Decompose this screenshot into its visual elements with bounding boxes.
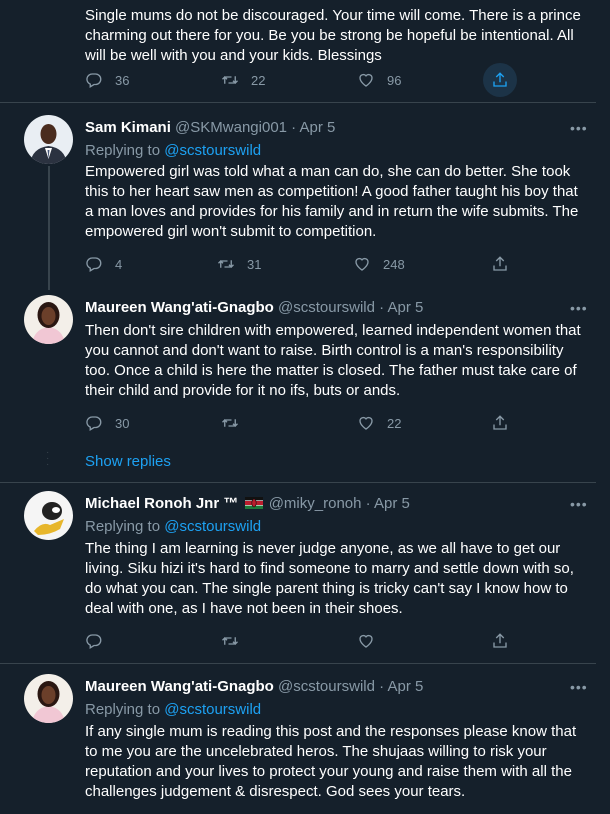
tweet-text: The thing I am learning is never judge a… <box>85 540 574 617</box>
retweet-icon <box>221 71 239 89</box>
reply-button[interactable]: 36 <box>85 68 129 92</box>
tweet-header: Sam Kimani @SKMwangi001 · Apr 5 <box>85 119 335 136</box>
separator: · <box>379 678 385 695</box>
like-count: 22 <box>387 415 402 431</box>
tweet-date[interactable]: Apr 5 <box>387 299 423 316</box>
like-icon <box>353 255 371 273</box>
replying-label: Replying to <box>85 518 161 535</box>
author-name[interactable]: Maureen Wang'ati-Gnagbo <box>85 299 274 316</box>
tweet-date[interactable]: Apr 5 <box>374 495 410 512</box>
retweet-icon <box>221 632 239 650</box>
separator: · <box>291 119 297 136</box>
divider <box>0 663 596 664</box>
replying-handle-link[interactable]: @scstourswild <box>164 142 261 159</box>
more-icon[interactable]: ••• <box>570 300 588 316</box>
share-icon <box>491 414 509 432</box>
tweet-actions: 30 22 <box>85 411 525 435</box>
retweet-count: 22 <box>251 72 266 88</box>
tweet-header: Maureen Wang'ati-Gnagbo @scstourswild · … <box>85 678 423 695</box>
more-icon[interactable]: ••• <box>570 496 588 512</box>
reply-button[interactable] <box>85 629 103 653</box>
divider <box>0 102 596 103</box>
retweet-icon <box>221 414 239 432</box>
replying-to: Replying to @scstourswild <box>85 518 261 535</box>
tweet-text: Single mums do not be discouraged. Your … <box>85 7 581 64</box>
avatar[interactable] <box>24 115 73 164</box>
reply-button[interactable]: 30 <box>85 411 129 435</box>
thread-line <box>48 166 50 290</box>
retweet-button[interactable] <box>221 411 239 435</box>
reply-count: 36 <box>115 72 130 88</box>
share-button[interactable] <box>491 252 509 276</box>
tweet-text: If any single mum is reading this post a… <box>85 723 577 800</box>
tweet-text: Empowered girl was told what a man can d… <box>85 163 579 240</box>
reply-icon <box>85 632 103 650</box>
tweet-header: Maureen Wang'ati-Gnagbo @scstourswild · … <box>85 299 423 316</box>
author-name[interactable]: Michael Ronoh Jnr ™ <box>85 495 238 512</box>
replying-label: Replying to <box>85 142 161 159</box>
like-icon <box>357 414 375 432</box>
more-icon[interactable]: ••• <box>570 120 588 136</box>
share-icon <box>491 632 509 650</box>
avatar[interactable] <box>24 674 73 723</box>
tweet-header: Michael Ronoh Jnr ™ @miky_ronoh · Apr 5 <box>85 495 410 512</box>
avatar[interactable] <box>24 491 73 540</box>
like-button[interactable]: 248 <box>353 252 405 276</box>
divider <box>0 482 596 483</box>
tweet-date[interactable]: Apr 5 <box>387 678 423 695</box>
tweet-actions <box>85 629 525 653</box>
author-handle[interactable]: @SKMwangi001 <box>175 119 287 136</box>
share-button[interactable] <box>491 629 509 653</box>
retweet-icon <box>217 255 235 273</box>
like-button[interactable]: 22 <box>357 411 401 435</box>
show-replies-link[interactable]: Show replies <box>85 453 171 470</box>
thread-dots: · · · <box>46 447 50 470</box>
author-name[interactable]: Sam Kimani <box>85 119 171 136</box>
retweet-count: 31 <box>247 256 262 272</box>
author-handle[interactable]: @scstourswild <box>278 299 375 316</box>
retweet-button[interactable]: 31 <box>217 252 261 276</box>
like-button[interactable]: 96 <box>357 68 401 92</box>
replying-handle-link[interactable]: @scstourswild <box>164 518 261 535</box>
author-handle[interactable]: @scstourswild <box>278 678 375 695</box>
tweet-text: Then don't sire children with empowered,… <box>85 322 581 399</box>
retweet-button[interactable]: 22 <box>221 68 265 92</box>
reply-icon <box>85 414 103 432</box>
avatar[interactable] <box>24 295 73 344</box>
like-button[interactable] <box>357 629 375 653</box>
replying-handle-link[interactable]: @scstourswild <box>164 701 261 718</box>
share-button[interactable] <box>491 68 509 92</box>
separator: · <box>379 299 385 316</box>
replying-to: Replying to @scstourswild <box>85 701 261 718</box>
reply-count: 4 <box>115 256 123 272</box>
tweet-date[interactable]: Apr 5 <box>300 119 336 136</box>
author-name[interactable]: Maureen Wang'ati-Gnagbo <box>85 678 274 695</box>
more-icon[interactable]: ••• <box>570 679 588 695</box>
like-icon <box>357 71 375 89</box>
like-count: 248 <box>383 256 405 272</box>
separator: · <box>365 495 371 512</box>
kenya-flag-icon <box>244 497 263 509</box>
replying-to: Replying to @scstourswild <box>85 142 261 159</box>
reply-icon <box>85 71 103 89</box>
like-count: 96 <box>387 72 402 88</box>
like-icon <box>357 632 375 650</box>
share-icon <box>491 255 509 273</box>
author-handle[interactable]: @miky_ronoh <box>269 495 362 512</box>
retweet-button[interactable] <box>221 629 239 653</box>
replying-label: Replying to <box>85 701 161 718</box>
share-icon <box>491 71 509 89</box>
tweet-actions: 4 31 248 <box>85 252 525 276</box>
reply-button[interactable]: 4 <box>85 252 122 276</box>
share-button[interactable] <box>491 411 509 435</box>
reply-count: 30 <box>115 415 130 431</box>
reply-icon <box>85 255 103 273</box>
tweet-actions: 36 22 96 <box>85 63 525 97</box>
